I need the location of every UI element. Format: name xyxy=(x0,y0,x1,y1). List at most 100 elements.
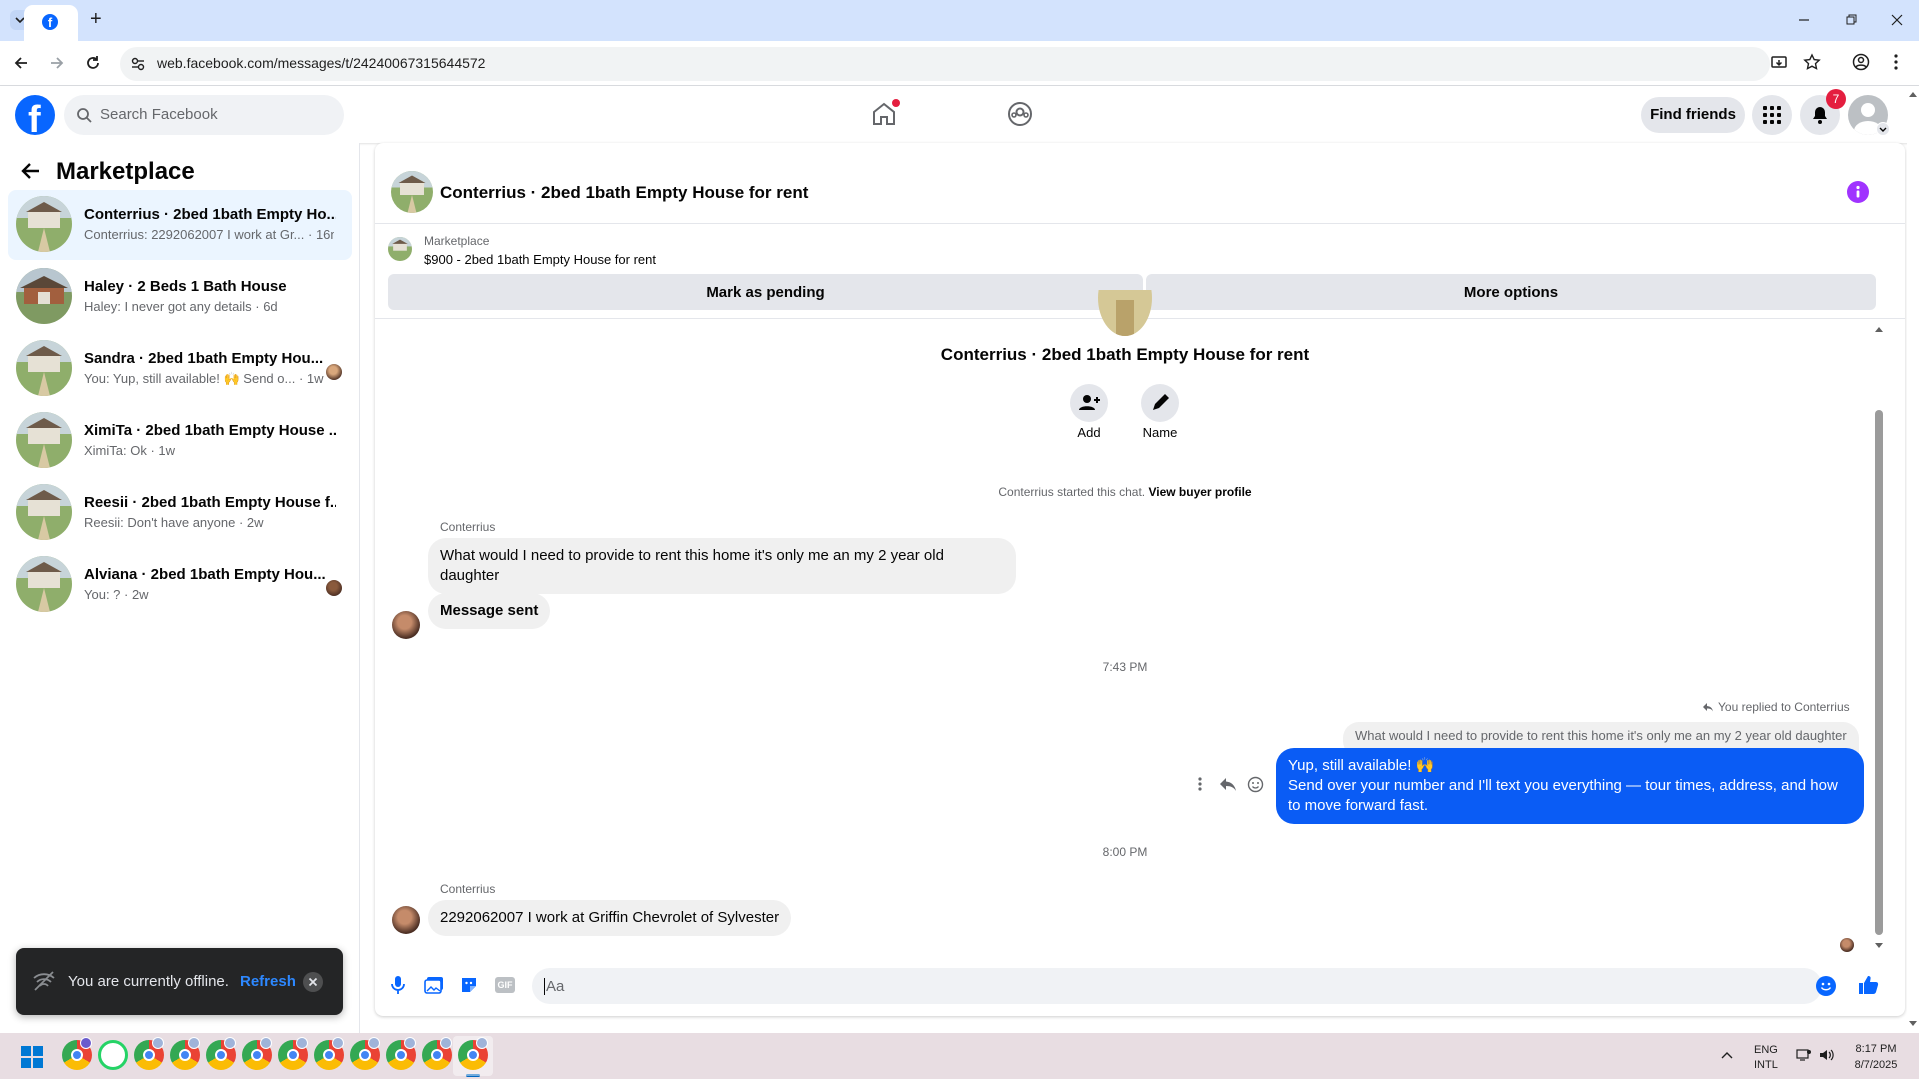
conversation-avatar xyxy=(16,556,72,612)
conversation-item[interactable]: Sandra · 2bed 1bath Empty Hou... You: Yup… xyxy=(8,334,352,404)
conversation-preview: Reesii: Don't have anyone · 2w xyxy=(84,515,264,530)
windows-start-icon[interactable] xyxy=(20,1045,44,1069)
chat-scrollbar-track[interactable] xyxy=(1874,325,1884,950)
chrome-taskbar-icon[interactable] xyxy=(206,1037,236,1070)
offline-toast: You are currently offline. Refresh xyxy=(16,948,343,1015)
thumbs-up-icon[interactable] xyxy=(1857,974,1879,996)
conversation-item[interactable]: XimiTa · 2bed 1bath Empty House ... XimiT… xyxy=(8,406,352,476)
find-friends-button[interactable]: Find friends xyxy=(1641,97,1745,133)
whatsapp-taskbar-icon[interactable] xyxy=(98,1040,128,1070)
outgoing-message-bubble[interactable]: Yup, still available! 🙌 Send over your n… xyxy=(1276,748,1864,824)
home-nav-icon[interactable] xyxy=(870,99,900,128)
chrome-taskbar-icon[interactable] xyxy=(62,1037,92,1070)
chat-title[interactable]: Conterrius · 2bed 1bath Empty House for … xyxy=(440,183,808,203)
back-arrow-icon[interactable] xyxy=(20,160,42,182)
timestamp-divider: 8:00 PM xyxy=(1102,845,1148,859)
replied-to-label: You replied to Conterrius xyxy=(1702,700,1850,714)
conversation-item[interactable]: Reesii · 2bed 1bath Empty House f... Rees… xyxy=(8,478,352,548)
clock[interactable]: 8:17 PM 8/7/2025 xyxy=(1846,1041,1906,1073)
voice-clip-icon[interactable] xyxy=(390,975,406,995)
language-indicator[interactable]: ENG INTL xyxy=(1754,1043,1778,1073)
menu-grid-button[interactable] xyxy=(1752,95,1792,135)
conversation-avatar xyxy=(16,412,72,468)
back-icon[interactable] xyxy=(12,54,30,72)
facebook-favicon-icon: f xyxy=(42,14,58,30)
started-text: Conterrius started this chat. xyxy=(998,485,1146,499)
listing-thumbnail[interactable] xyxy=(388,237,412,261)
browser-tab-facebook[interactable]: f xyxy=(24,5,78,41)
reload-icon[interactable] xyxy=(84,54,102,72)
close-window-icon[interactable] xyxy=(1889,12,1905,28)
chrome-taskbar-icon[interactable] xyxy=(242,1037,272,1070)
sidebar-title: Marketplace xyxy=(56,158,195,185)
listing-info[interactable]: $900 - 2bed 1bath Empty House for rent xyxy=(424,252,656,267)
chat-scrollbar-thumb[interactable] xyxy=(1875,410,1883,935)
chrome-taskbar-icon[interactable] xyxy=(170,1037,200,1070)
read-receipt-avatar xyxy=(326,364,342,380)
notification-count-badge: 7 xyxy=(1826,89,1846,109)
facebook-logo-icon[interactable]: f xyxy=(15,95,55,135)
conversation-item[interactable]: Conterrius · 2bed 1bath Empty Ho... Conte… xyxy=(8,190,352,260)
install-app-icon[interactable] xyxy=(1770,54,1788,72)
chrome-taskbar-icon[interactable] xyxy=(458,1037,488,1070)
gif-icon[interactable]: GIF xyxy=(495,977,515,993)
sender-name: Conterrius xyxy=(440,520,496,534)
sender-name: Conterrius xyxy=(440,882,496,896)
view-buyer-profile-link[interactable]: View buyer profile xyxy=(1148,485,1251,499)
profile-icon[interactable] xyxy=(1852,53,1870,71)
forward-icon[interactable] xyxy=(48,54,66,72)
chrome-taskbar-icon[interactable] xyxy=(314,1037,344,1070)
incoming-message-bubble[interactable]: 2292062007 I work at Griffin Chevrolet o… xyxy=(428,900,792,936)
reply-icon[interactable] xyxy=(1219,776,1237,792)
volume-icon[interactable] xyxy=(1818,1047,1834,1063)
chrome-taskbar-icon[interactable] xyxy=(350,1037,380,1070)
add-people-button[interactable] xyxy=(1070,384,1108,422)
incoming-message-bubble[interactable]: Message sent xyxy=(428,593,551,629)
message-more-icon[interactable] xyxy=(1197,776,1203,792)
conversation-item[interactable]: Alviana · 2bed 1bath Empty Hou... You: ? … xyxy=(8,550,352,620)
emoji-picker-icon[interactable] xyxy=(1816,976,1836,996)
outgoing-line-2: Send over your number and I'll text you … xyxy=(1288,777,1838,814)
conversation-preview: XimiTa: Ok · 1w xyxy=(84,443,176,458)
incoming-message-bubble[interactable]: What would I need to provide to rent thi… xyxy=(428,538,1016,594)
rename-button[interactable] xyxy=(1141,384,1179,422)
sticker-icon[interactable] xyxy=(460,976,478,994)
tray-chevron-icon[interactable] xyxy=(1720,1048,1734,1062)
account-chevron-icon[interactable] xyxy=(1876,122,1890,136)
restore-icon[interactable] xyxy=(1843,12,1859,28)
mark-as-pending-button[interactable]: Mark as pending xyxy=(388,274,1143,310)
bookmark-star-icon[interactable] xyxy=(1803,53,1821,71)
chrome-taskbar-icon[interactable] xyxy=(134,1037,164,1070)
chat-header-divider xyxy=(375,223,1905,224)
groups-nav-icon[interactable] xyxy=(1006,100,1034,128)
more-options-button[interactable]: More options xyxy=(1146,274,1876,310)
network-icon[interactable] xyxy=(1796,1048,1812,1062)
chrome-taskbar-icon[interactable] xyxy=(278,1037,308,1070)
pencil-icon xyxy=(1153,394,1169,410)
info-icon[interactable] xyxy=(1847,181,1869,203)
browser-menu-icon[interactable] xyxy=(1893,53,1899,71)
page-scrollbar[interactable] xyxy=(1907,86,1919,1033)
site-info-icon[interactable] xyxy=(130,56,146,72)
conversation-title: Alviana · 2bed 1bath Empty Hou... xyxy=(84,566,326,583)
conversation-item[interactable]: Haley · 2 Beds 1 Bath House Haley: I neve… xyxy=(8,262,352,332)
sender-avatar[interactable] xyxy=(392,906,420,934)
chrome-taskbar-icon[interactable] xyxy=(386,1037,416,1070)
search-input[interactable]: Search Facebook xyxy=(100,106,218,123)
react-emoji-icon[interactable] xyxy=(1247,776,1264,793)
chrome-taskbar-icon[interactable] xyxy=(422,1037,452,1070)
scroll-down-icon[interactable] xyxy=(1874,942,1884,950)
conversation-avatar xyxy=(16,484,72,540)
message-input[interactable]: Aa xyxy=(532,968,1822,1004)
chat-header-avatar[interactable] xyxy=(391,171,433,213)
browser-tab-bar xyxy=(0,0,1919,41)
close-toast-button[interactable] xyxy=(303,972,323,992)
minimize-icon[interactable] xyxy=(1796,12,1812,28)
new-tab-icon[interactable]: + xyxy=(90,9,110,29)
search-bar[interactable]: Search Facebook xyxy=(64,95,344,135)
photo-attach-icon[interactable] xyxy=(424,976,444,994)
scroll-up-icon[interactable] xyxy=(1874,325,1884,333)
url-text[interactable]: web.facebook.com/messages/t/242400673156… xyxy=(157,55,485,71)
refresh-link[interactable]: Refresh xyxy=(240,973,296,990)
sender-avatar[interactable] xyxy=(392,611,420,639)
